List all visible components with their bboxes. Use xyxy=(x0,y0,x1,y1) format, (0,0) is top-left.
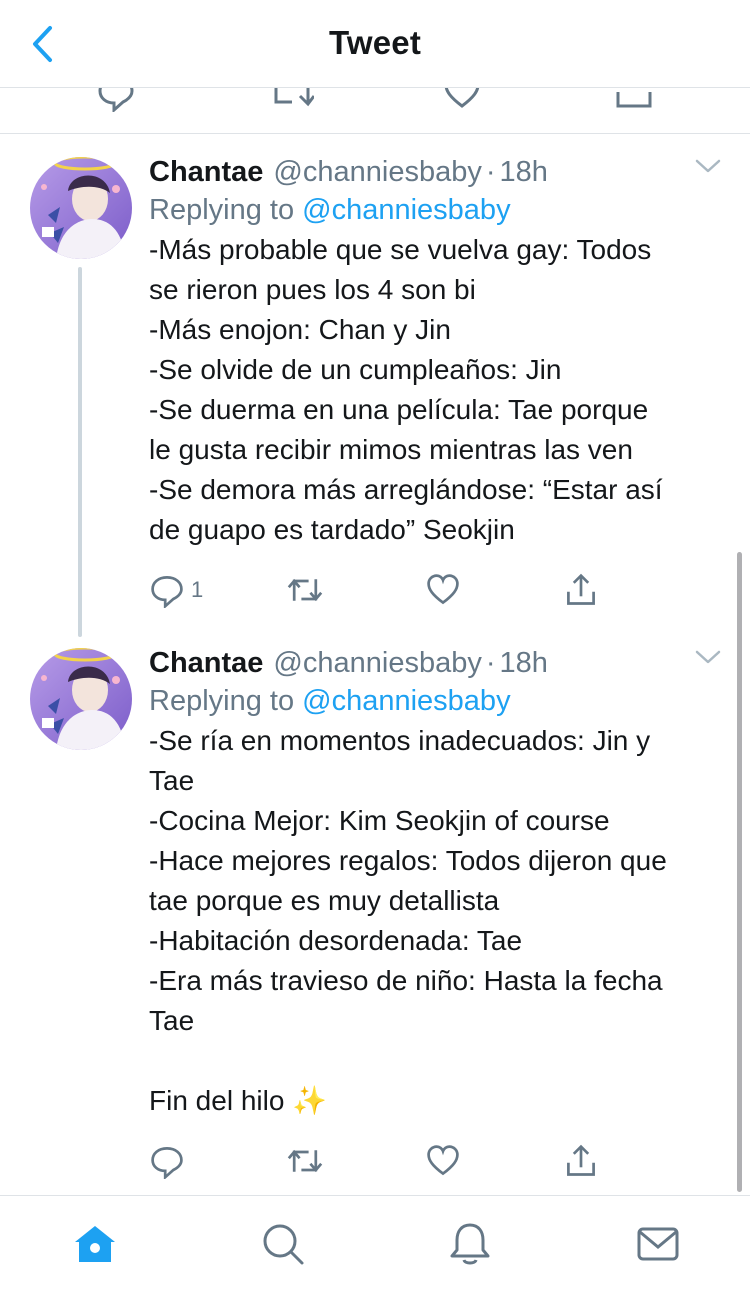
username[interactable]: @channiesbaby xyxy=(273,647,481,679)
share-button[interactable] xyxy=(563,1139,599,1183)
avatar[interactable] xyxy=(30,157,132,259)
separator-dot: · xyxy=(485,647,496,679)
avatar[interactable] xyxy=(30,648,132,750)
timestamp[interactable]: 18h xyxy=(500,156,548,188)
tweet-thread-screen: Tweet Chantae @channiesbaby · 18h Replyi… xyxy=(0,0,750,1294)
tweet-line: -Más probable que se vuelva gay: Todos xyxy=(149,234,652,265)
reply-button[interactable] xyxy=(149,1139,191,1183)
tweet-line: le gusta recibir mimos mientras las ven xyxy=(149,434,633,465)
tweet-2[interactable]: Chantae @channiesbaby · 18h Replying to @ch… xyxy=(0,643,750,1183)
tab-home[interactable] xyxy=(70,1220,120,1268)
tweet-line: tae porque es muy detallista xyxy=(149,885,500,916)
tweet-actions: 1 xyxy=(149,568,709,612)
tweet-text: -Más probable que se vuelva gay: Todos s… xyxy=(149,230,729,550)
sparkles-emoji: ✨ xyxy=(292,1085,328,1116)
separator-dot: · xyxy=(485,156,496,188)
share-icon xyxy=(567,1144,595,1176)
replying-to-prefix: Replying to xyxy=(149,194,295,226)
like-button[interactable] xyxy=(425,568,461,612)
thread-connector xyxy=(78,267,82,637)
tweet-line: -Se olvide de un cumpleaños: Jin xyxy=(149,354,562,385)
tweet-line: -Era más travieso de niño: Hasta la fech… xyxy=(149,965,663,996)
tweet-menu-button[interactable] xyxy=(694,647,722,672)
reply-icon[interactable] xyxy=(96,88,136,112)
reply-icon xyxy=(151,576,183,608)
heart-icon xyxy=(427,1145,459,1176)
retweet-icon xyxy=(287,1149,323,1173)
replying-to-link[interactable]: @channiesbaby xyxy=(302,194,510,226)
chevron-down-icon xyxy=(695,650,721,664)
tweet-line: de guapo es tardado” Seokjin xyxy=(149,514,515,545)
display-name[interactable]: Chantae xyxy=(149,647,263,679)
replying-to-link[interactable]: @channiesbaby xyxy=(302,685,510,717)
replying-to-prefix: Replying to xyxy=(149,685,295,717)
tweet-text: -Se ría en momentos inadecuados: Jin y T… xyxy=(149,721,729,1121)
tweet-line: -Se duerma en una película: Tae porque xyxy=(149,394,649,425)
tweet-line: se rieron pues los 4 son bi xyxy=(149,274,476,305)
heart-icon xyxy=(427,574,459,605)
retweet-icon[interactable] xyxy=(270,88,314,112)
tweet-line: -Se ría en momentos inadecuados: Jin y xyxy=(149,725,651,756)
tweet-line: -Se demora más arreglándose: “Estar así xyxy=(149,474,663,505)
reply-button[interactable]: 1 xyxy=(149,568,203,612)
page-title: Tweet xyxy=(328,24,422,61)
search-icon xyxy=(263,1224,304,1265)
chevron-down-icon xyxy=(695,159,721,173)
tweet-line: Tae xyxy=(149,1005,195,1036)
home-icon xyxy=(75,1226,115,1262)
tab-search[interactable] xyxy=(258,1220,308,1268)
reply-icon xyxy=(151,1147,183,1179)
timestamp[interactable]: 18h xyxy=(500,647,548,679)
display-name[interactable]: Chantae xyxy=(149,156,263,188)
tab-bar xyxy=(0,1195,750,1294)
messages-icon xyxy=(637,1227,679,1261)
replying-to: Replying to @channiesbaby xyxy=(149,190,511,230)
tweet-header: Chantae @channiesbaby · 18h xyxy=(149,643,548,683)
nav-header: Tweet xyxy=(0,0,750,88)
tweet-last-line: Fin del hilo ✨ xyxy=(149,1081,729,1121)
tweet-line xyxy=(149,1041,729,1081)
tweet-line: Fin del hilo xyxy=(149,1085,285,1116)
share-icon[interactable] xyxy=(614,88,654,112)
tweet-line: -Habitación desordenada: Tae xyxy=(149,925,523,956)
replying-to: Replying to @channiesbaby xyxy=(149,681,511,721)
tab-messages[interactable] xyxy=(633,1220,683,1268)
tweet-line: -Cocina Mejor: Kim Seokjin of course xyxy=(149,805,610,836)
tab-notifications[interactable] xyxy=(445,1220,495,1268)
like-button[interactable] xyxy=(425,1139,461,1183)
username[interactable]: @channiesbaby xyxy=(273,156,481,188)
notifications-icon xyxy=(450,1223,490,1265)
tweet-header: Chantae @channiesbaby · 18h xyxy=(149,152,548,192)
tweet-actions xyxy=(149,1139,709,1183)
retweet-button[interactable] xyxy=(285,568,325,612)
share-button[interactable] xyxy=(563,568,599,612)
share-icon xyxy=(567,573,595,605)
tweet-line: -Más enojon: Chan y Jin xyxy=(149,314,451,345)
retweet-button[interactable] xyxy=(285,1139,325,1183)
like-icon[interactable] xyxy=(442,88,482,112)
tweet-line: -Hace mejores regalos: Todos dijeron que xyxy=(149,845,667,876)
tweet-1[interactable]: Chantae @channiesbaby · 18h Replying to @ch… xyxy=(0,152,750,637)
tweet-menu-button[interactable] xyxy=(694,156,722,181)
retweet-icon xyxy=(287,578,323,602)
tweet-line: Tae xyxy=(149,765,195,796)
reply-count: 1 xyxy=(191,577,204,602)
previous-tweet-actions xyxy=(0,88,750,134)
scrollbar[interactable] xyxy=(737,552,742,1192)
